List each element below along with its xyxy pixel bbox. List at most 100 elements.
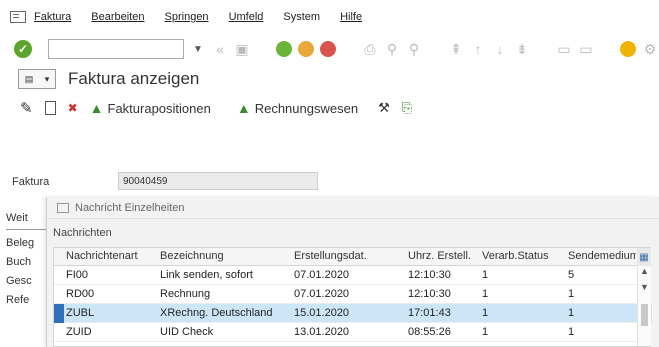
cell-bez: Link senden, sofort <box>160 269 253 281</box>
title-bar: ▤ ▾ Faktura anzeigen <box>0 64 659 94</box>
exit-icon[interactable] <box>298 41 314 57</box>
display-document-icon[interactable] <box>44 101 56 115</box>
last-page-icon[interactable]: ⇟ <box>514 41 530 57</box>
cell-datum: 13.01.2020 <box>294 326 350 338</box>
tools-icon[interactable]: ⚒ <box>378 100 390 116</box>
scroll-up-icon[interactable]: ▲ <box>640 266 649 276</box>
cell-bez: XRechng. Deutschland <box>160 307 273 319</box>
new-session-icon[interactable]: ▭ <box>556 41 572 57</box>
menu-hilfe[interactable]: Hilfe <box>340 11 362 23</box>
cell-datum: 07.01.2020 <box>294 269 350 281</box>
cell-art: ZUID <box>66 326 92 338</box>
tab-weitere[interactable]: Weit <box>6 212 50 230</box>
cell-medium: 1 <box>568 307 575 319</box>
cell-art: RD00 <box>66 288 95 300</box>
messages-table: Nachrichtenart Bezeichnung Erstellungsda… <box>53 247 652 347</box>
table-row[interactable]: FI00 Link senden, sofort 07.01.2020 12:10:3… <box>54 266 652 285</box>
positions-mountain-icon: ▲ <box>89 100 104 116</box>
dialog-title-bar: Nachricht Einzelheiten <box>47 197 659 219</box>
tab-gesc[interactable]: Gesc <box>6 275 50 293</box>
screen-menu-button[interactable]: ▤ ▾ <box>18 69 56 89</box>
history-back-icon[interactable]: « <box>212 41 228 57</box>
table-row[interactable]: ZUID UID Check 13.01.2020 08:55:26 1 1 <box>54 323 652 342</box>
table-scrollbar[interactable]: ▲ ▼ <box>637 266 651 346</box>
cell-zeit: 08:55:26 <box>408 326 451 338</box>
back-icon[interactable] <box>276 41 292 57</box>
menu-bar: Faktura Bearbeiten Springen Umfeld Syste… <box>0 0 659 34</box>
tab-beleg[interactable]: Beleg <box>6 237 50 255</box>
rechnungswesen-button[interactable]: ▲ Rechnungswesen <box>237 100 358 116</box>
row-selector[interactable] <box>54 266 64 285</box>
save-icon[interactable]: ▣ <box>234 41 250 57</box>
col-uhrzeit[interactable]: Uhrz. Erstell. <box>408 250 478 262</box>
cell-zeit: 12:10:30 <box>408 269 451 281</box>
column-settings-icon[interactable]: ▦ <box>637 248 651 266</box>
cell-medium: 5 <box>568 269 575 281</box>
col-erstellungsdat[interactable]: Erstellungsdat. <box>294 250 404 262</box>
cell-status: 1 <box>482 307 489 319</box>
faktura-field-row: Faktura 90040459 <box>0 172 659 192</box>
faktura-label: Faktura <box>12 176 50 188</box>
fakturapositionen-button[interactable]: ▲ Fakturapositionen <box>90 100 211 116</box>
menu-system[interactable]: System <box>283 11 320 23</box>
screen-menu-icon: ▤ <box>24 73 34 84</box>
cell-status: 1 <box>482 288 489 300</box>
row-selector[interactable] <box>54 304 64 323</box>
shortcut-icon[interactable]: ▭ <box>578 41 594 57</box>
delete-document-icon[interactable]: ✖ <box>68 101 78 115</box>
header-tabs: Weit Beleg Buch Gesc Refe <box>0 208 50 347</box>
cell-medium: 1 <box>568 326 575 338</box>
tab-buch[interactable]: Buch <box>6 256 50 274</box>
find-icon[interactable]: ⚲ <box>384 41 400 57</box>
cell-bez: UID Check <box>160 326 214 338</box>
command-field[interactable] <box>48 39 184 59</box>
rechnungswesen-label: Rechnungswesen <box>254 100 359 116</box>
first-page-icon[interactable]: ⇞ <box>448 41 464 57</box>
cell-art: ZUBL <box>66 307 95 319</box>
message-details-dialog: Nachricht Einzelheiten Nachrichten Nachr… <box>46 197 659 347</box>
help-icon[interactable] <box>620 41 636 57</box>
cell-zeit: 12:10:30 <box>408 288 451 300</box>
find-next-icon[interactable]: ⚲ <box>406 41 422 57</box>
row-selector[interactable] <box>54 285 64 304</box>
enter-checkmark-icon[interactable]: ✓ <box>14 40 32 58</box>
command-dropdown-icon[interactable]: ▼ <box>190 41 206 57</box>
application-toolbar: ✎ ✖ ▲ Fakturapositionen ▲ Rechnungswesen… <box>0 94 659 122</box>
col-nachrichtenart[interactable]: Nachrichtenart <box>66 250 152 262</box>
cell-bez: Rechnung <box>160 288 211 300</box>
settings-gear-icon[interactable]: ⚙ <box>642 41 658 57</box>
window-icon <box>57 202 69 213</box>
accounting-mountain-icon: ▲ <box>236 100 251 116</box>
table-row[interactable]: RD00 Rechnung 07.01.2020 12:10:30 1 1 <box>54 285 652 304</box>
row-selector[interactable] <box>54 323 64 342</box>
messages-group-label: Nachrichten <box>53 227 112 239</box>
print-icon[interactable]: ⎙ <box>362 41 378 57</box>
col-bezeichnung[interactable]: Bezeichnung <box>160 250 290 262</box>
standard-toolbar: ✓ ▼ « ▣ ⎙ ⚲ ⚲ ⇞ ↑ ↓ ⇟ ▭ ▭ ⚙ <box>0 34 659 64</box>
page-title: Faktura anzeigen <box>68 69 200 88</box>
next-page-icon[interactable]: ↓ <box>492 41 508 57</box>
cancel-icon[interactable] <box>320 41 336 57</box>
faktura-number-field[interactable]: 90040459 <box>118 172 318 190</box>
output-icon[interactable]: ⎘ <box>402 100 412 116</box>
col-verarb-status[interactable]: Verarb.Status <box>482 250 566 262</box>
edit-pencil-icon[interactable]: ✎ <box>20 99 33 117</box>
table-row[interactable]: ZUBL XRechng. Deutschland 15.01.2020 17:01:… <box>54 304 652 323</box>
scroll-down-icon[interactable]: ▼ <box>640 282 649 292</box>
cell-status: 1 <box>482 326 489 338</box>
col-sendemedium[interactable]: Sendemedium <box>568 250 636 262</box>
menu-icon[interactable] <box>10 11 26 23</box>
menu-faktura[interactable]: Faktura <box>34 11 71 23</box>
cell-status: 1 <box>482 269 489 281</box>
menu-springen[interactable]: Springen <box>165 11 209 23</box>
cell-art: FI00 <box>66 269 89 281</box>
scroll-thumb[interactable] <box>641 304 648 326</box>
dropdown-icon: ▾ <box>44 73 50 84</box>
tab-refe[interactable]: Refe <box>6 294 50 312</box>
menu-bearbeiten[interactable]: Bearbeiten <box>91 11 144 23</box>
cell-datum: 07.01.2020 <box>294 288 350 300</box>
menu-umfeld[interactable]: Umfeld <box>229 11 264 23</box>
fakturapositionen-label: Fakturapositionen <box>107 100 211 116</box>
previous-page-icon[interactable]: ↑ <box>470 41 486 57</box>
cell-zeit: 17:01:43 <box>408 307 451 319</box>
